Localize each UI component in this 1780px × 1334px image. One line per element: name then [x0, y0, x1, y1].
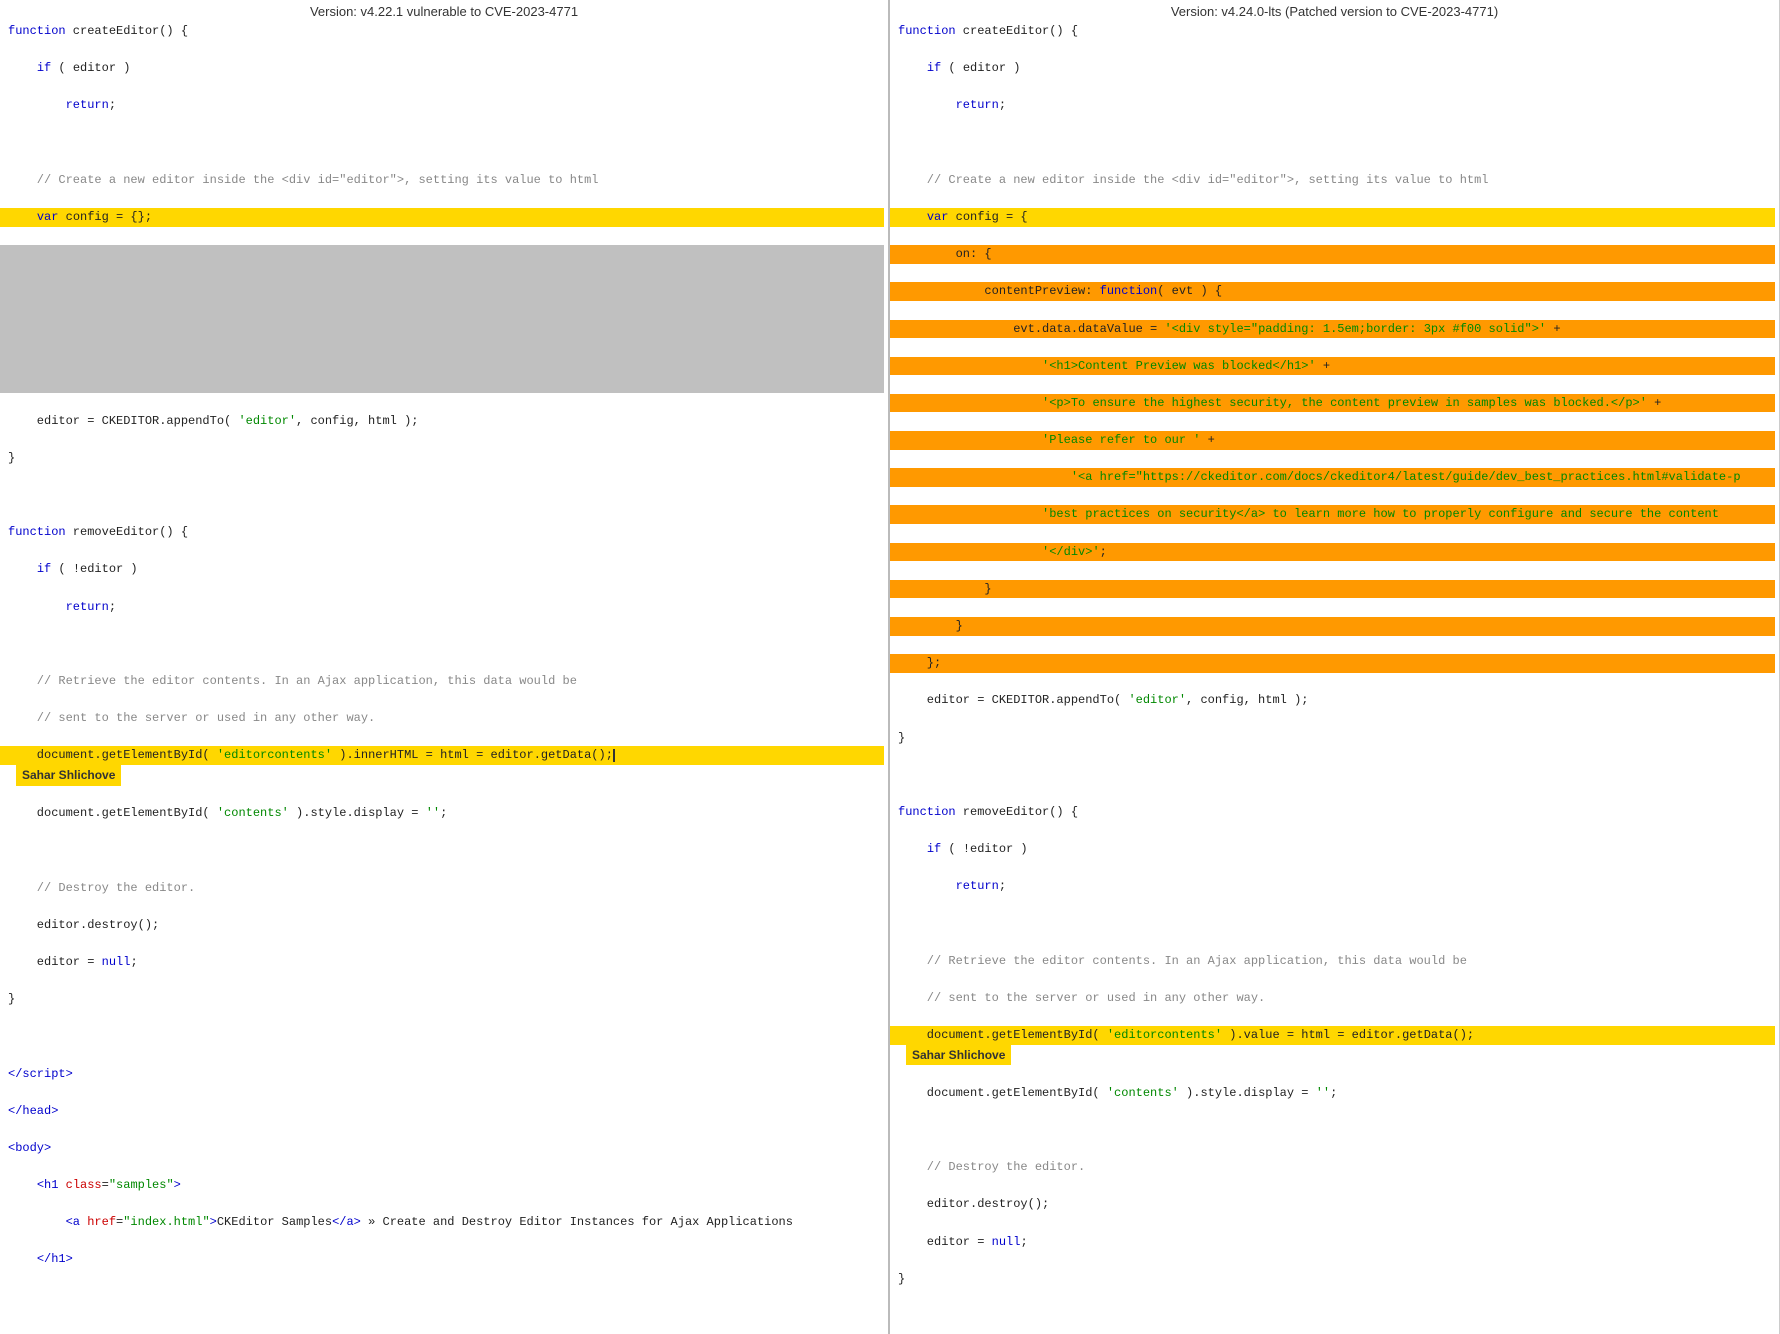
right-user-badge: Sahar Shlichove — [906, 1045, 1011, 1066]
left-user-badge: Sahar Shlichove — [16, 765, 121, 786]
left-code-area: function createEditor() { if ( editor ) … — [0, 0, 888, 1269]
right-code-area: function createEditor() { if ( editor ) … — [890, 0, 1779, 1334]
right-pane: Version: v4.24.0-lts (Patched version to… — [890, 0, 1780, 1334]
left-pane: Version: v4.22.1 vulnerable to CVE-2023-… — [0, 0, 890, 1334]
